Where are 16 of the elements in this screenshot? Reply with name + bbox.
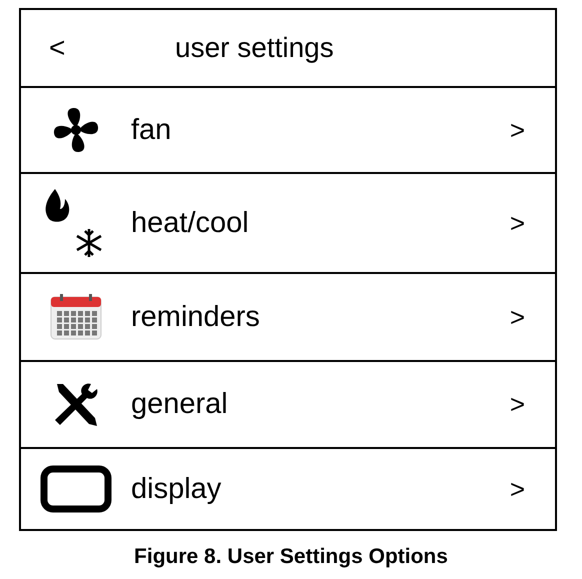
chevron-icon[interactable]: > <box>510 302 525 332</box>
screen-title: user settings <box>175 32 334 64</box>
chevron-icon[interactable]: > <box>510 114 525 146</box>
chevron-icon[interactable]: > <box>510 208 525 238</box>
menu-item-label[interactable]: reminders <box>131 300 510 334</box>
chevron-icon[interactable]: > <box>510 389 525 420</box>
menu-item-label[interactable]: general <box>131 388 510 421</box>
menu-item-label[interactable]: heat/cool <box>131 206 510 240</box>
figure-caption: Figure 8. User Settings Options <box>133 545 449 569</box>
menu-item-label[interactable]: fan <box>131 114 510 146</box>
calendar-icon <box>50 294 102 340</box>
chevron-icon[interactable]: > <box>510 474 525 504</box>
fan-icon <box>51 105 101 155</box>
menu-item-label[interactable]: display <box>131 472 510 506</box>
back-button[interactable]: < <box>49 32 175 64</box>
display-icon <box>40 465 112 513</box>
